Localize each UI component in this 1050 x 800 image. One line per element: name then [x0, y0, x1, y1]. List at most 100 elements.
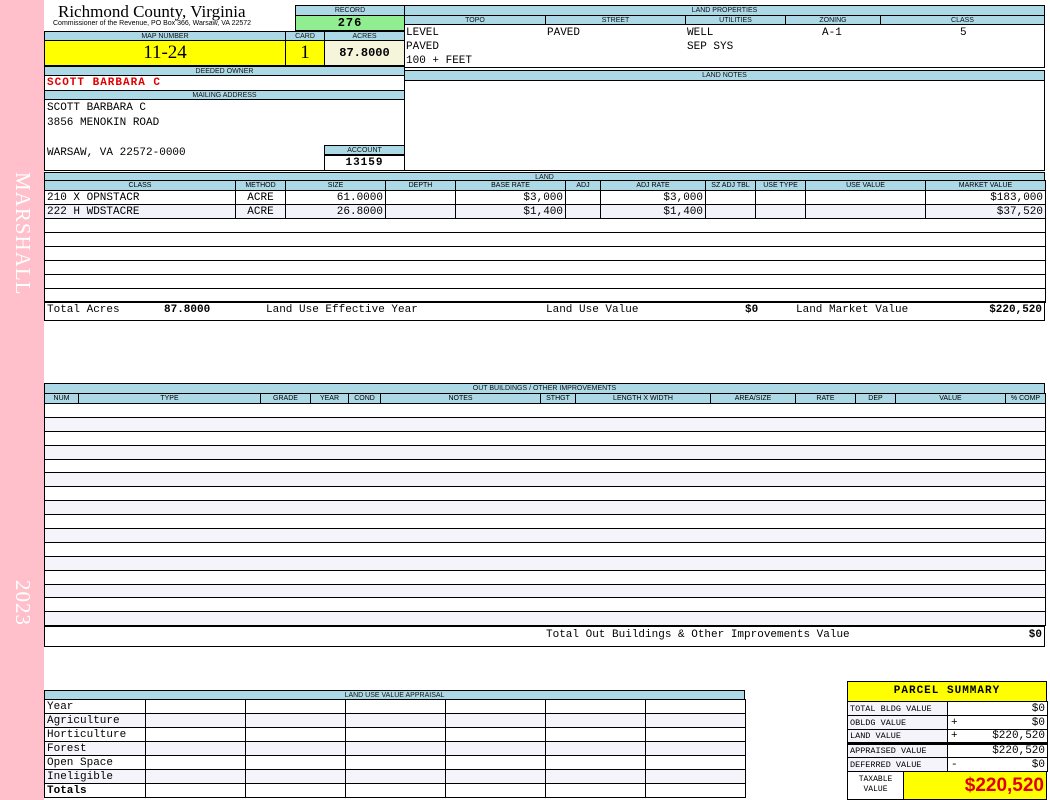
land-empty-row: [44, 260, 1046, 275]
parcel-summary-label: DEFERRED VALUE: [847, 757, 948, 772]
outbuildings-empty-cell: [44, 555, 1046, 571]
land-col-header: ADJ: [565, 180, 601, 191]
land-use-total-cell: [545, 783, 646, 798]
lp-header-street: STREET: [545, 15, 686, 25]
land-use-cell: [445, 741, 546, 756]
land-use-cell: [445, 713, 546, 728]
land-use-cell: [545, 741, 646, 756]
outbuildings-empty-cell: [44, 583, 1046, 599]
land-use-cell: [645, 727, 746, 742]
county-title: Richmond County, Virginia: [58, 2, 246, 21]
parcel-summary-label: LAND VALUE: [847, 729, 948, 744]
land-cell: [755, 204, 806, 219]
outbuildings-empty-cell: [44, 541, 1046, 557]
land-cell: [565, 204, 601, 219]
land-col-header: ADJ RATE: [600, 180, 706, 191]
outbuildings-empty-row: [44, 486, 1046, 502]
land-use-value: $0: [745, 304, 759, 316]
outbuildings-empty-cell: [44, 611, 1046, 627]
land-use-total-cell: [345, 783, 446, 798]
acres-value: 87.8000: [324, 40, 405, 66]
land-row: 210 X OPNSTACR ACRE 61.0000 $3,000 $3,000 $18…: [44, 190, 1046, 205]
class-value: 5: [960, 27, 967, 39]
land-cell: ACRE: [235, 190, 286, 205]
land-cell: [805, 204, 926, 219]
outbuildings-empty-row: [44, 541, 1046, 557]
outbuildings-col-header: COND: [348, 393, 381, 404]
parcel-summary-table: TOTAL BLDG VALUE $0 OBLDG VALUE + $0 LAND VAL…: [847, 701, 1048, 772]
outbuildings-empty-row: [44, 583, 1046, 599]
land-use-year-cell: [345, 699, 446, 714]
outbuildings-empty-row: [44, 597, 1046, 613]
outbuildings-empty-cell: [44, 597, 1046, 613]
land-use-row: Ineligible: [44, 769, 746, 784]
outbuildings-empty-row: [44, 472, 1046, 488]
land-use-year-cell: [445, 699, 546, 714]
parcel-summary-row: OBLDG VALUE + $0: [847, 715, 1048, 730]
deeded-owner-value: SCOTT BARBARA C: [44, 75, 405, 91]
topo-2: PAVED: [406, 41, 440, 53]
land-use-row-label: Forest: [44, 741, 146, 756]
land-use-year-cell: [545, 699, 646, 714]
land-use-cell: [345, 769, 446, 784]
outbuildings-empty-row: [44, 569, 1046, 585]
outbuildings-empty-cell: [44, 444, 1046, 460]
mailing-line-3: WARSAW, VA 22572-0000: [47, 147, 186, 159]
outbuildings-empty-row: [44, 528, 1046, 543]
parcel-summary-value: $220,520: [992, 745, 1045, 757]
land-use-cell: [445, 755, 546, 770]
outbuildings-empty-cell: [44, 416, 1046, 432]
land-col-header: METHOD: [235, 180, 286, 191]
parcel-summary-row: DEFERRED VALUE - $0: [847, 757, 1048, 772]
outbuildings-empty-row: [44, 611, 1046, 627]
land-use-total-cell: [645, 783, 746, 798]
parcel-summary-title: PARCEL SUMMARY: [847, 681, 1047, 702]
land-empty-row: [44, 246, 1046, 261]
parcel-summary-value-cell: - $0: [947, 757, 1048, 772]
land-use-table: Year Agriculture Horticulture Forest Open Sp…: [44, 699, 746, 798]
land-use-row-label: Agriculture: [44, 713, 146, 728]
topo-3: 100 + FEET: [406, 55, 473, 67]
parcel-summary-value-cell: + $0: [947, 715, 1048, 730]
outbuildings-col-header: NUM: [44, 393, 79, 404]
land-use-cell: [645, 769, 746, 784]
outbuildings-empty-cell: [44, 569, 1046, 585]
land-row: 222 H WDSTACRE ACRE 26.8000 $1,400 $1,400 $37…: [44, 204, 1046, 219]
utilities-2: SEP SYS: [687, 41, 734, 53]
land-use-value-label: Land Use Value: [546, 304, 639, 316]
land-use-row-label: Horticulture: [44, 727, 146, 742]
land-use-year-row: Year: [44, 699, 746, 714]
land-cell: 222 H WDSTACRE: [44, 204, 236, 219]
lp-header-topo: TOPO: [404, 15, 546, 25]
operator: +: [951, 730, 958, 743]
land-use-cell: [145, 755, 246, 770]
outbuildings-col-header: VALUE: [895, 393, 1006, 404]
operator: -: [951, 758, 958, 771]
land-use-cell: [245, 713, 346, 728]
parcel-summary-value-cell: $0: [947, 701, 1048, 716]
land-cell: [705, 204, 756, 219]
parcel-summary-value-cell: + $220,520: [947, 729, 1048, 744]
land-use-total-cell: [245, 783, 346, 798]
outbuildings-empty-row: [44, 430, 1046, 446]
land-cell: 61.0000: [285, 190, 386, 205]
outbuildings-col-header: STHGT: [540, 393, 576, 404]
county-subtitle: Commissioner of the Revenue, PO Box 366,…: [53, 20, 252, 27]
outbuildings-header-row: NUM TYPE GRADE YEAR COND NOTES STHGT LENGTH X W…: [44, 393, 1046, 404]
outbuildings-total-label: Total Out Buildings & Other Improvements…: [546, 629, 850, 641]
land-use-cell: [345, 755, 446, 770]
land-use-cell: [445, 727, 546, 742]
outbuildings-col-header: TYPE: [78, 393, 261, 404]
outbuildings-total-row: [44, 626, 1045, 647]
land-use-cell: [545, 755, 646, 770]
land-cell: [565, 190, 601, 205]
land-col-header: DEPTH: [385, 180, 456, 191]
land-use-cell: [645, 713, 746, 728]
land-cell: [705, 190, 756, 205]
total-acres-value: 87.8000: [164, 304, 211, 316]
district-label: MARSHALL: [11, 172, 35, 296]
outbuildings-col-header: YEAR: [310, 393, 349, 404]
street-value: PAVED: [547, 27, 581, 39]
land-use-cell: [145, 741, 246, 756]
parcel-summary-row: TOTAL BLDG VALUE $0: [847, 701, 1048, 716]
